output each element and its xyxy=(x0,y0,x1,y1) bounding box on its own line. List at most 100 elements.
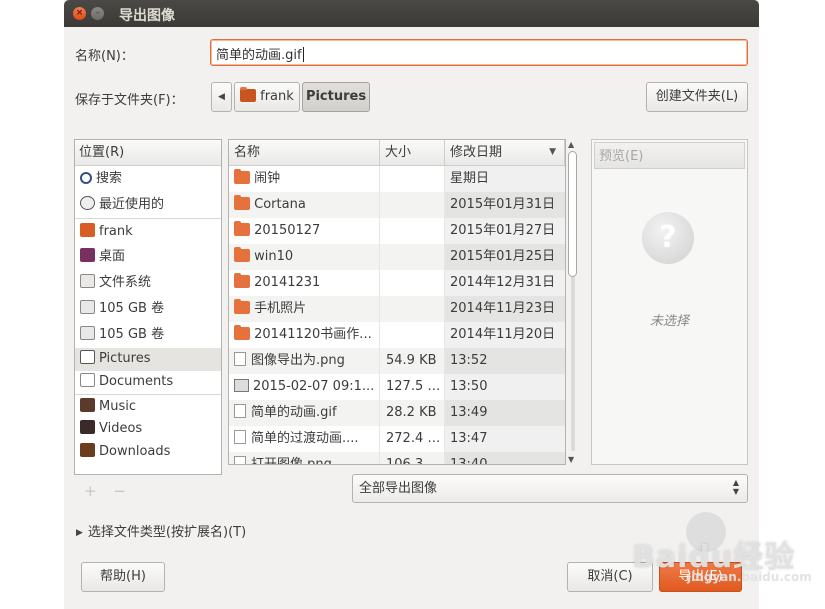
place-desktop[interactable]: 桌面 xyxy=(75,244,221,270)
file-size: 54.9 KB xyxy=(380,348,445,374)
home-folder-icon xyxy=(240,87,256,102)
home-folder-icon xyxy=(80,223,95,237)
file-row[interactable]: 2015-02-07 09:1... 127.5 KB 13:50 xyxy=(229,374,565,400)
scroll-thumb[interactable] xyxy=(568,151,577,277)
file-date: 2014年11月23日 xyxy=(445,296,565,322)
file-size xyxy=(380,166,445,192)
save-in-folder-label: 保存于文件夹(F)： xyxy=(75,93,184,108)
pictures-icon xyxy=(80,350,95,364)
path-button-frank[interactable]: frank xyxy=(234,82,300,112)
place-volume-1[interactable]: 105 GB 卷 xyxy=(75,296,221,322)
text-caret xyxy=(302,47,304,62)
file-name: 打开图像.png xyxy=(251,457,332,465)
file-name: Cortana xyxy=(254,197,306,212)
file-filter-select[interactable]: 全部导出图像 ▲ ▼ xyxy=(352,474,748,503)
export-image-dialog: × – 导出图像 名称(N)： 简单的动画.gif 保存于文件夹(F)： ◀ f… xyxy=(64,0,759,609)
file-name: 手机照片 xyxy=(254,301,307,316)
place-volume-2[interactable]: 105 GB 卷 xyxy=(75,322,221,348)
place-documents[interactable]: Documents xyxy=(75,371,221,394)
file-size xyxy=(380,244,445,270)
place-label: Music xyxy=(99,399,136,414)
remove-place-button[interactable]: − xyxy=(113,482,126,500)
file-row[interactable]: 简单的过渡动画.... 272.4 KB 13:47 xyxy=(229,426,565,452)
file-row[interactable]: win10 2015年01月25日 xyxy=(229,244,565,270)
file-row[interactable]: 打开图像.png 106.3 KB 13:40 xyxy=(229,452,565,465)
file-list-scrollbar[interactable]: ▲ ▼ xyxy=(566,139,580,465)
file-type-expander[interactable]: ▶ 选择文件类型(按扩展名)(T) xyxy=(76,521,246,540)
place-downloads[interactable]: Downloads xyxy=(75,441,221,464)
folder-icon xyxy=(234,299,250,314)
place-label: Videos xyxy=(99,421,143,436)
folder-icon xyxy=(234,325,250,340)
file-row[interactable]: 简单的动画.gif 28.2 KB 13:49 xyxy=(229,400,565,426)
gimp-no-preview-icon: ? xyxy=(642,212,694,264)
desktop-icon xyxy=(80,248,95,262)
filename-value: 简单的动画.gif xyxy=(216,48,302,63)
file-row[interactable]: 闹钟 星期日 xyxy=(229,166,565,192)
file-row[interactable]: 手机照片 2014年11月23日 xyxy=(229,296,565,322)
sort-descending-icon: ▼ xyxy=(549,147,556,157)
place-label: 105 GB 卷 xyxy=(99,327,165,342)
place-label: Pictures xyxy=(99,351,151,366)
places-sidebar: 位置(R) 搜索 最近使用的 frank 桌面 文件系统 105 GB 卷 10… xyxy=(74,139,222,475)
scroll-down-arrow-icon[interactable]: ▼ xyxy=(568,455,574,464)
column-header-date[interactable]: 修改日期 ▼ xyxy=(445,140,565,165)
folder-icon xyxy=(234,169,250,184)
place-home[interactable]: frank xyxy=(75,218,221,244)
file-name: 简单的动画.gif xyxy=(251,405,337,420)
file-list-header: 名称 大小 修改日期 ▼ xyxy=(229,140,565,166)
place-music[interactable]: Music xyxy=(75,394,221,418)
preview-header[interactable]: 预览(E) xyxy=(594,142,745,169)
place-recent[interactable]: 最近使用的 xyxy=(75,192,221,218)
file-row[interactable]: 20141231 2014年12月31日 xyxy=(229,270,565,296)
places-header[interactable]: 位置(R) xyxy=(75,140,221,166)
videos-icon xyxy=(80,420,95,434)
place-search[interactable]: 搜索 xyxy=(75,166,221,192)
file-date: 2015年01月31日 xyxy=(445,192,565,218)
window-title: 导出图像 xyxy=(119,8,175,24)
path-back-arrow-button[interactable]: ◀ xyxy=(211,82,232,112)
column-header-name[interactable]: 名称 xyxy=(229,140,380,165)
file-date: 13:52 xyxy=(445,348,565,374)
file-size: 127.5 KB xyxy=(380,374,445,400)
create-folder-button[interactable]: 创建文件夹(L) xyxy=(646,82,748,112)
file-row[interactable]: 20141120书画作... 2014年11月20日 xyxy=(229,322,565,348)
file-size: 106.3 KB xyxy=(380,452,445,464)
file-date: 2015年01月27日 xyxy=(445,218,565,244)
file-row[interactable]: Cortana 2015年01月31日 xyxy=(229,192,565,218)
file-row[interactable]: 20150127 2015年01月27日 xyxy=(229,218,565,244)
file-name: 闹钟 xyxy=(254,171,281,186)
file-size xyxy=(380,322,445,348)
file-date: 13:47 xyxy=(445,426,565,452)
place-pictures[interactable]: Pictures xyxy=(75,348,221,371)
file-date: 13:40 xyxy=(445,452,565,464)
path-label-frank: frank xyxy=(260,89,294,104)
drive-icon xyxy=(80,274,95,288)
expander-triangle-icon: ▶ xyxy=(76,528,83,538)
file-type-label: 选择文件类型(按扩展名)(T) xyxy=(87,525,247,540)
filename-input[interactable]: 简单的动画.gif xyxy=(210,39,748,66)
file-date: 星期日 xyxy=(445,166,565,192)
path-button-pictures[interactable]: Pictures xyxy=(302,82,370,112)
export-button[interactable]: 导出(E) xyxy=(659,562,742,592)
file-size xyxy=(380,270,445,296)
file-date: 13:50 xyxy=(445,374,565,400)
file-rows: 闹钟 星期日 Cortana 2015年01月31日 20150127 2015年01… xyxy=(229,166,565,465)
cancel-button[interactable]: 取消(C) xyxy=(567,562,653,592)
folder-icon xyxy=(234,273,250,288)
column-header-size[interactable]: 大小 xyxy=(380,140,445,165)
places-tools: + − xyxy=(84,482,126,500)
close-window-button[interactable]: × xyxy=(73,7,86,20)
help-button[interactable]: 帮助(H) xyxy=(81,562,165,592)
place-filesystem[interactable]: 文件系统 xyxy=(75,270,221,296)
downloads-icon xyxy=(80,443,95,457)
place-label: 文件系统 xyxy=(99,275,152,290)
file-name: 简单的过渡动画.... xyxy=(251,431,359,446)
add-place-button[interactable]: + xyxy=(84,482,97,500)
place-videos[interactable]: Videos xyxy=(75,418,221,441)
minimize-window-button[interactable]: – xyxy=(91,7,104,20)
file-size xyxy=(380,296,445,322)
file-row[interactable]: 图像导出为.png 54.9 KB 13:52 xyxy=(229,348,565,374)
scroll-up-arrow-icon[interactable]: ▲ xyxy=(568,140,574,149)
file-size xyxy=(380,218,445,244)
